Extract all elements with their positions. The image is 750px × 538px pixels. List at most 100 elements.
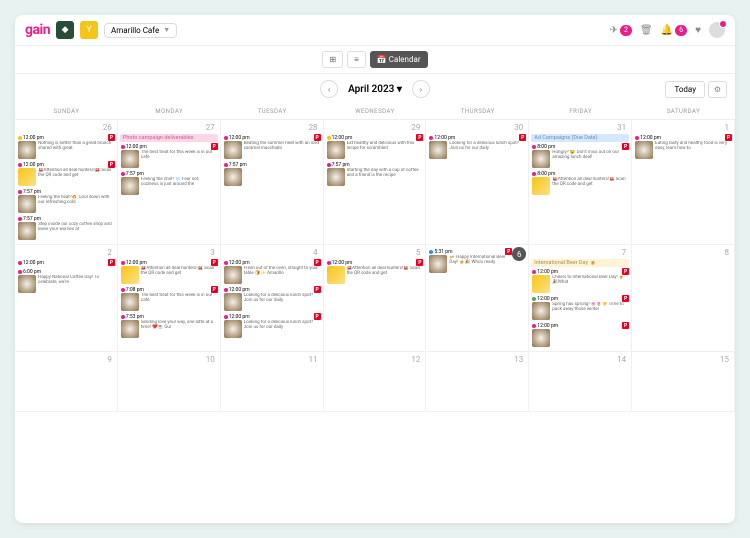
event[interactable]: 12:00 pmLooking for a delicious lunch sp… (223, 313, 321, 339)
status-dot (532, 145, 536, 149)
day-cell[interactable]: 27Photo campaign deliverables12:00 pmThe… (118, 120, 221, 245)
day-cell[interactable]: 512:00 pm🚨Attention all deal hunters!🚨 S… (324, 245, 427, 352)
day-number: 12 (326, 354, 424, 365)
day-cell[interactable]: 412:00 pmFresh out of the oven, straight… (221, 245, 324, 352)
day-cell[interactable]: 312:00 pm🚨Attention all deal hunters!🚨 S… (118, 245, 221, 352)
status-dot (18, 136, 22, 140)
status-dot (18, 217, 22, 221)
event[interactable]: 12:00 pmSpring has sprung! 🌸🌷☀️ Time to … (531, 295, 629, 321)
brand-selector[interactable]: Amarillo Cafe ▼ (104, 23, 177, 38)
day-cell[interactable]: 112:00 pmEating tasty and healthy food i… (632, 120, 735, 245)
event[interactable]: 12:00 pm🚨Attention all deal hunters!🚨 Sc… (17, 161, 115, 187)
event[interactable]: 12:00 pmEating tasty and healthy food is… (634, 134, 732, 160)
event[interactable]: 12:00 pmLooking for a delicious lunch sp… (428, 134, 526, 160)
month-navbar: ‹ April 2023 ▾ › Today ⚙ (15, 74, 735, 104)
event[interactable]: 7:08 pmThe best treat for this week is i… (120, 286, 218, 312)
event-text: Eat healthy and delicious with this reci… (347, 141, 423, 152)
day-cell[interactable]: 212:00 pmP6:00 pmHappy National Coffee D… (15, 245, 118, 352)
notif-count: 6 (675, 25, 687, 36)
day-number: 8 (634, 247, 732, 258)
workspace-badge-2[interactable]: Y (80, 21, 98, 39)
day-cell[interactable]: 10 (118, 352, 221, 412)
event-thumbnail (18, 275, 36, 293)
event-text: The best treat for this week is in our c… (141, 150, 217, 161)
day-cell[interactable]: 2912:00 pmEat healthy and delicious with… (324, 120, 427, 245)
prev-month-button[interactable]: ‹ (320, 80, 338, 98)
event[interactable]: 8:00 pmHungry? 🤤 Don't miss out on our a… (531, 143, 629, 169)
day-cell[interactable]: 9 (15, 352, 118, 412)
day-number: 6 (512, 247, 526, 261)
day-cell[interactable]: 14 (529, 352, 632, 412)
event[interactable]: 12:00 pmThe best treat for this week is … (120, 143, 218, 169)
day-cell[interactable]: 31Ad Campaigns (Due Date)8:00 pmHungry? … (529, 120, 632, 245)
day-cell[interactable]: 2812:00 pmBeating the summer heat with a… (221, 120, 324, 245)
pinterest-icon: P (314, 134, 321, 141)
notifications-button[interactable]: 🔔 6 (661, 25, 687, 36)
avatar[interactable] (709, 22, 725, 38)
event[interactable]: 7:57 pmFeeling the heat?🔥 Cool down with… (17, 188, 115, 214)
day-cell[interactable]: 11 (221, 352, 324, 412)
event[interactable]: 12:00 pm🚨Attention all deal hunters!🚨 Sc… (326, 259, 424, 285)
event-text: 🚨Attention all deal hunters!🚨 Scan the Q… (347, 266, 423, 277)
day-number: 30 (428, 122, 526, 133)
pinterest-icon: P (108, 161, 115, 168)
workspace-badge-1[interactable]: ◆ (56, 21, 74, 39)
banner[interactable]: Ad Campaigns (Due Date) (531, 134, 629, 142)
event[interactable]: 12:00 pmNothing is better than a great b… (17, 134, 115, 160)
status-dot (18, 261, 22, 265)
logo: gain (25, 22, 50, 38)
day-number: 11 (223, 354, 321, 365)
day-cell[interactable]: 3012:00 pmLooking for a delicious lunch … (426, 120, 529, 245)
event[interactable]: 7:57 pmFeeling the chill? ❄️ Fear not, c… (120, 170, 218, 196)
today-button[interactable]: Today (665, 81, 705, 98)
event-text: Hungry? 🤤 Don't miss out on our amazing … (552, 150, 628, 161)
event[interactable]: 12:00 pmFresh out of the oven, straight … (223, 259, 321, 285)
calendar-grid: 2612:00 pmNothing is better than a great… (15, 120, 735, 412)
event-text: Sending love your way, one latte at a ti… (141, 320, 217, 331)
event-text: 🍻 Happy International Beer Day! 🍺🎉 Who's… (449, 255, 511, 266)
status-dot (224, 261, 228, 265)
event[interactable]: 12:00 pmP (17, 259, 115, 267)
day-cell[interactable]: 2612:00 pmNothing is better than a great… (15, 120, 118, 245)
event-thumbnail (429, 255, 447, 273)
calendar-view-button[interactable]: 📅 Calendar (370, 51, 428, 68)
event[interactable]: 12:00 pmBeating the summer heat with an … (223, 134, 321, 160)
event[interactable]: 6:00 pmHappy National Coffee Day! To cel… (17, 268, 115, 294)
banner[interactable]: Photo campaign deliverables (120, 134, 218, 142)
banner[interactable]: International Beer Day 🍺 (531, 259, 629, 267)
month-label[interactable]: April 2023 ▾ (348, 84, 402, 95)
event[interactable]: 7:57 pmStarting the day with a cup of co… (326, 161, 424, 187)
day-cell[interactable]: 7International Beer Day 🍺12:00 pmCheers … (529, 245, 632, 352)
grid-view-button[interactable]: ⊞ (322, 51, 343, 68)
day-cell[interactable]: 8 (632, 245, 735, 352)
day-cell[interactable]: 65:31 pm🍻 Happy International Beer Day! … (426, 245, 529, 352)
day-cell[interactable]: 13 (426, 352, 529, 412)
event[interactable]: 5:31 pm🍻 Happy International Beer Day! 🍺… (428, 248, 512, 274)
event[interactable]: 12:00 pmEat healthy and delicious with t… (326, 134, 424, 160)
send-button[interactable]: ✈ 2 (610, 25, 632, 36)
event-thumbnail (532, 275, 550, 293)
event[interactable]: 12:00 pmCheers to International Beer Day… (531, 268, 629, 294)
settings-button[interactable]: ⚙ (708, 81, 727, 98)
list-view-button[interactable]: ≡ (347, 51, 366, 68)
status-dot (327, 261, 331, 265)
day-cell[interactable]: 12 (324, 352, 427, 412)
event-thumbnail (532, 150, 550, 168)
event[interactable]: 8:00 pm🚨Attention all deal hunters!🚨 Sca… (531, 170, 629, 196)
heart-icon[interactable]: ♥ (695, 25, 701, 36)
day-header: MONDAY (118, 104, 221, 119)
trash-icon[interactable]: 🗑 (640, 25, 653, 36)
event[interactable]: 7:53 pmSending love your way, one latte … (120, 313, 218, 339)
event[interactable]: 12:00 pmP (531, 322, 629, 348)
event[interactable]: 7:57 pmStep inside our cozy coffee shop … (17, 215, 115, 241)
event-text: Spring has sprung! 🌸🌷☀️ Time to pack awa… (552, 302, 628, 313)
day-number: 9 (17, 354, 115, 365)
event[interactable]: 7:57 pm (223, 161, 321, 187)
event-text: Step inside our cozy coffee shop and lea… (38, 222, 114, 233)
day-cell[interactable]: 15 (632, 352, 735, 412)
status-dot (532, 172, 536, 176)
day-header: WEDNESDAY (324, 104, 427, 119)
event[interactable]: 12:00 pmLooking for a delicious lunch sp… (223, 286, 321, 312)
event[interactable]: 12:00 pm🚨Attention all deal hunters!🚨 Sc… (120, 259, 218, 285)
next-month-button[interactable]: › (412, 80, 430, 98)
